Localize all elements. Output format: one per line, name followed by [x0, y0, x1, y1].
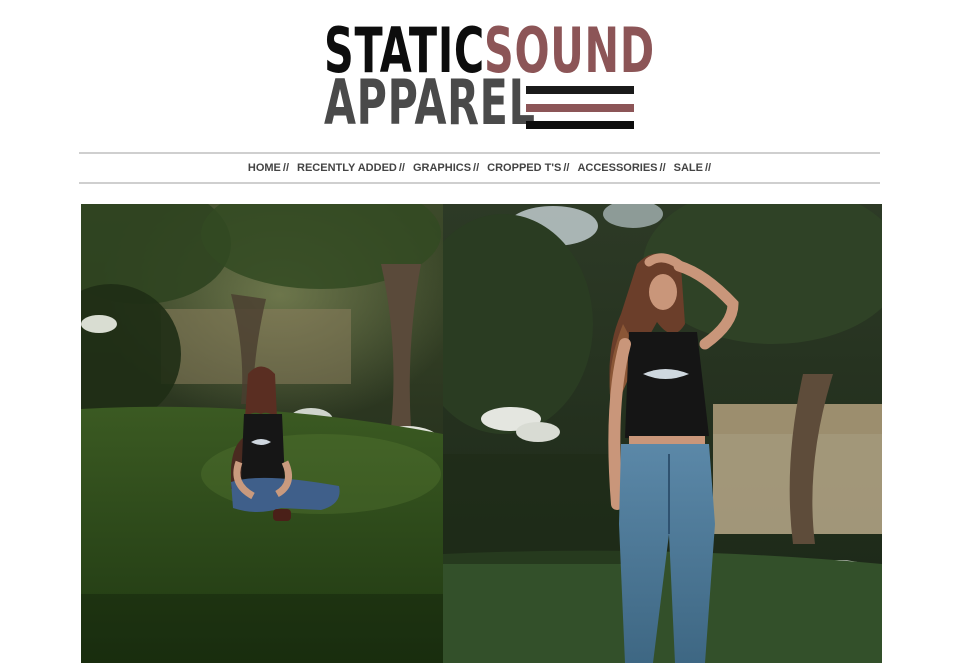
nav-label: GRAPHICS: [412, 162, 472, 174]
nav-item-graphics[interactable]: GRAPHICS//: [413, 162, 479, 174]
logo-word-apparel: APPAREL: [324, 66, 536, 139]
nav-separator: //: [473, 162, 480, 174]
nav-separator: //: [563, 162, 570, 174]
logo-stripe-black: [526, 86, 634, 94]
nav-item-sale[interactable]: SALE//: [674, 162, 711, 174]
nav-separator: //: [282, 162, 290, 174]
logo-stripe-black-bottom: [526, 121, 634, 129]
nav-label: CROPPED T'S: [487, 162, 562, 174]
nav-label: HOME: [247, 162, 281, 174]
nav-label: ACCESSORIES: [577, 162, 658, 174]
logo-stripe-accent: [526, 104, 634, 112]
nav-item-cropped-tees[interactable]: CROPPED T'S//: [487, 162, 569, 174]
hero-photo-sitting: [81, 204, 443, 663]
nav-item-home[interactable]: HOME//: [248, 162, 289, 174]
nav-label: SALE: [673, 162, 703, 174]
nav-separator: //: [659, 162, 666, 174]
nav-separator: //: [704, 162, 712, 174]
nav-item-recently-added[interactable]: RECENTLY ADDED//: [297, 162, 405, 174]
nav-label: RECENTLY ADDED: [297, 162, 397, 174]
hero-photo-standing: [443, 204, 882, 663]
site-logo[interactable]: STATIC SOUND APPAREL: [322, 20, 654, 139]
nav-item-accessories[interactable]: ACCESSORIES//: [577, 162, 665, 174]
photo-sitting-illustration: [81, 204, 443, 663]
main-nav: HOME// RECENTLY ADDED// GRAPHICS// CROPP…: [79, 152, 880, 184]
photo-standing-illustration: [443, 204, 882, 663]
nav-separator: //: [398, 162, 405, 174]
hero-banner[interactable]: [81, 204, 882, 663]
